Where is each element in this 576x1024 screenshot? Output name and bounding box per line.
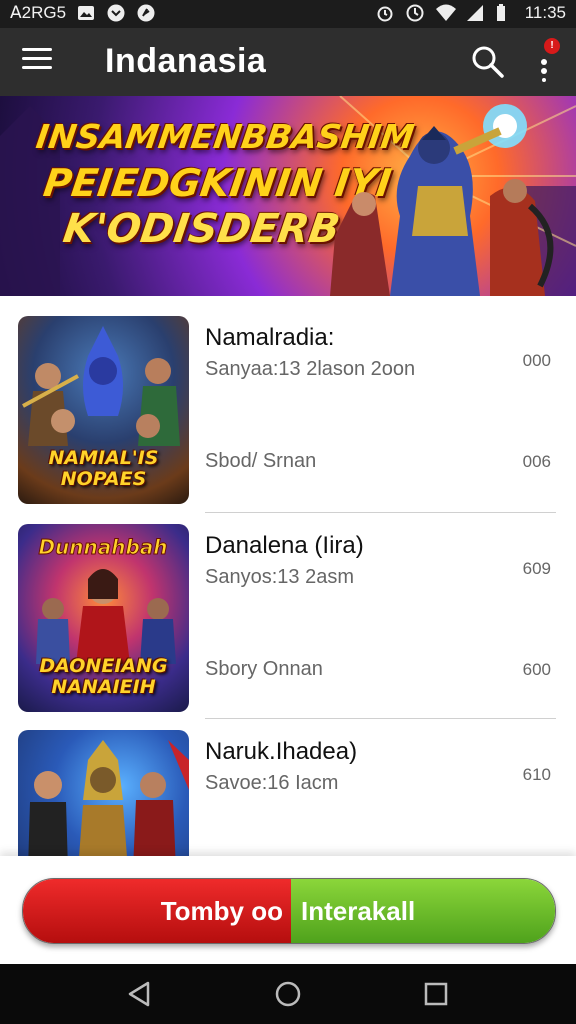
item-thumbnail — [18, 730, 189, 856]
app-bar: Indanasia ! — [0, 28, 576, 96]
primary-red-button[interactable]: Tomby oo — [23, 879, 291, 943]
status-time: 11:35 — [524, 3, 566, 22]
list-item[interactable]: Naruk.Ihadea) Savoe:16 Iacm 610 — [0, 710, 576, 856]
recents-square-icon — [424, 982, 448, 1006]
item-thumbnail: NAMIAL'IS NOPAES — [18, 316, 189, 504]
home-circle-icon — [275, 981, 301, 1007]
primary-green-button[interactable]: Interakall — [291, 879, 555, 943]
item-subtitle: Sanyos:13 2asm — [205, 566, 354, 588]
item-value-top: 000 — [522, 351, 551, 370]
thumbnail-caption: DAONEIANG NANAIEIH — [39, 655, 168, 698]
item-value-top: 609 — [522, 559, 551, 578]
home-button[interactable] — [272, 978, 304, 1010]
search-button[interactable] — [470, 44, 506, 80]
back-button[interactable] — [124, 978, 156, 1010]
item-value-bottom: 600 — [522, 660, 551, 679]
promo-banner[interactable]: INSAMMENBBASHIM PEIEDGKININ IYI K'ODISDE… — [0, 96, 576, 296]
chat-icon — [106, 3, 126, 23]
svg-text:Dunnahbah: Dunnahbah — [38, 535, 167, 559]
item-value-top: 610 — [522, 765, 551, 784]
item-subtitle: Sanyaa:13 2lason 2oon — [205, 358, 416, 380]
list-item[interactable]: Dunnahbah DAONEIANG NANAIEIH Danalena (I… — [0, 504, 576, 712]
item-title: Naruk.Ihadea) — [205, 738, 358, 765]
banner-line: INSAMMENBBASHIM — [33, 117, 417, 156]
bottom-action-area: Tomby oo Interakall — [0, 856, 576, 964]
item-thumbnail: Dunnahbah DAONEIANG NANAIEIH — [18, 524, 189, 712]
messenger-icon — [136, 3, 156, 23]
banner-headline: INSAMMENBBASHIM PEIEDGKININ IYI K'ODISDE… — [20, 114, 417, 252]
hamburger-icon — [22, 66, 52, 69]
item-subtitle: Savoe:16 Iacm — [205, 772, 339, 794]
item-meta: Sbory Onnan — [205, 658, 323, 680]
item-meta: Sbod/ Srnan — [205, 450, 317, 472]
item-value-bottom: 006 — [522, 452, 551, 471]
menu-button[interactable] — [22, 48, 52, 76]
banner-line: PEIEDGKININ IYI — [40, 161, 395, 205]
hero-illustration — [330, 104, 554, 296]
wifi-icon — [435, 3, 456, 23]
notification-badge: ! — [544, 38, 560, 54]
signal-icon — [465, 3, 485, 23]
alarm-icon — [375, 3, 395, 23]
back-triangle-icon — [128, 981, 150, 1007]
gallery-icon — [76, 3, 96, 23]
search-icon — [472, 46, 504, 78]
carrier-label: ꓮ2RG5 — [10, 3, 67, 22]
banner-line: K'ODISDERB! — [60, 206, 361, 252]
content-list: NAMIAL'IS NOPAES Namalradia: Sanyaa:13 2… — [0, 296, 576, 856]
item-title: Namalradia: — [205, 324, 335, 351]
status-bar: ꓮ2RG5 11:35 — [0, 0, 576, 28]
system-nav-bar — [0, 964, 576, 1024]
battery-icon — [495, 3, 515, 23]
hamburger-icon — [22, 57, 52, 60]
app-title: Indanasia — [105, 42, 267, 80]
recents-button[interactable] — [420, 978, 452, 1010]
action-bar: Tomby oo Interakall — [22, 878, 556, 944]
clock-icon — [405, 3, 425, 23]
hamburger-icon — [22, 48, 52, 51]
list-item[interactable]: NAMIAL'IS NOPAES Namalradia: Sanyaa:13 2… — [0, 296, 576, 504]
thumbnail-caption: NAMIAL'IS NOPAES — [48, 447, 159, 490]
item-title: Danalena (Iira) — [205, 532, 364, 559]
